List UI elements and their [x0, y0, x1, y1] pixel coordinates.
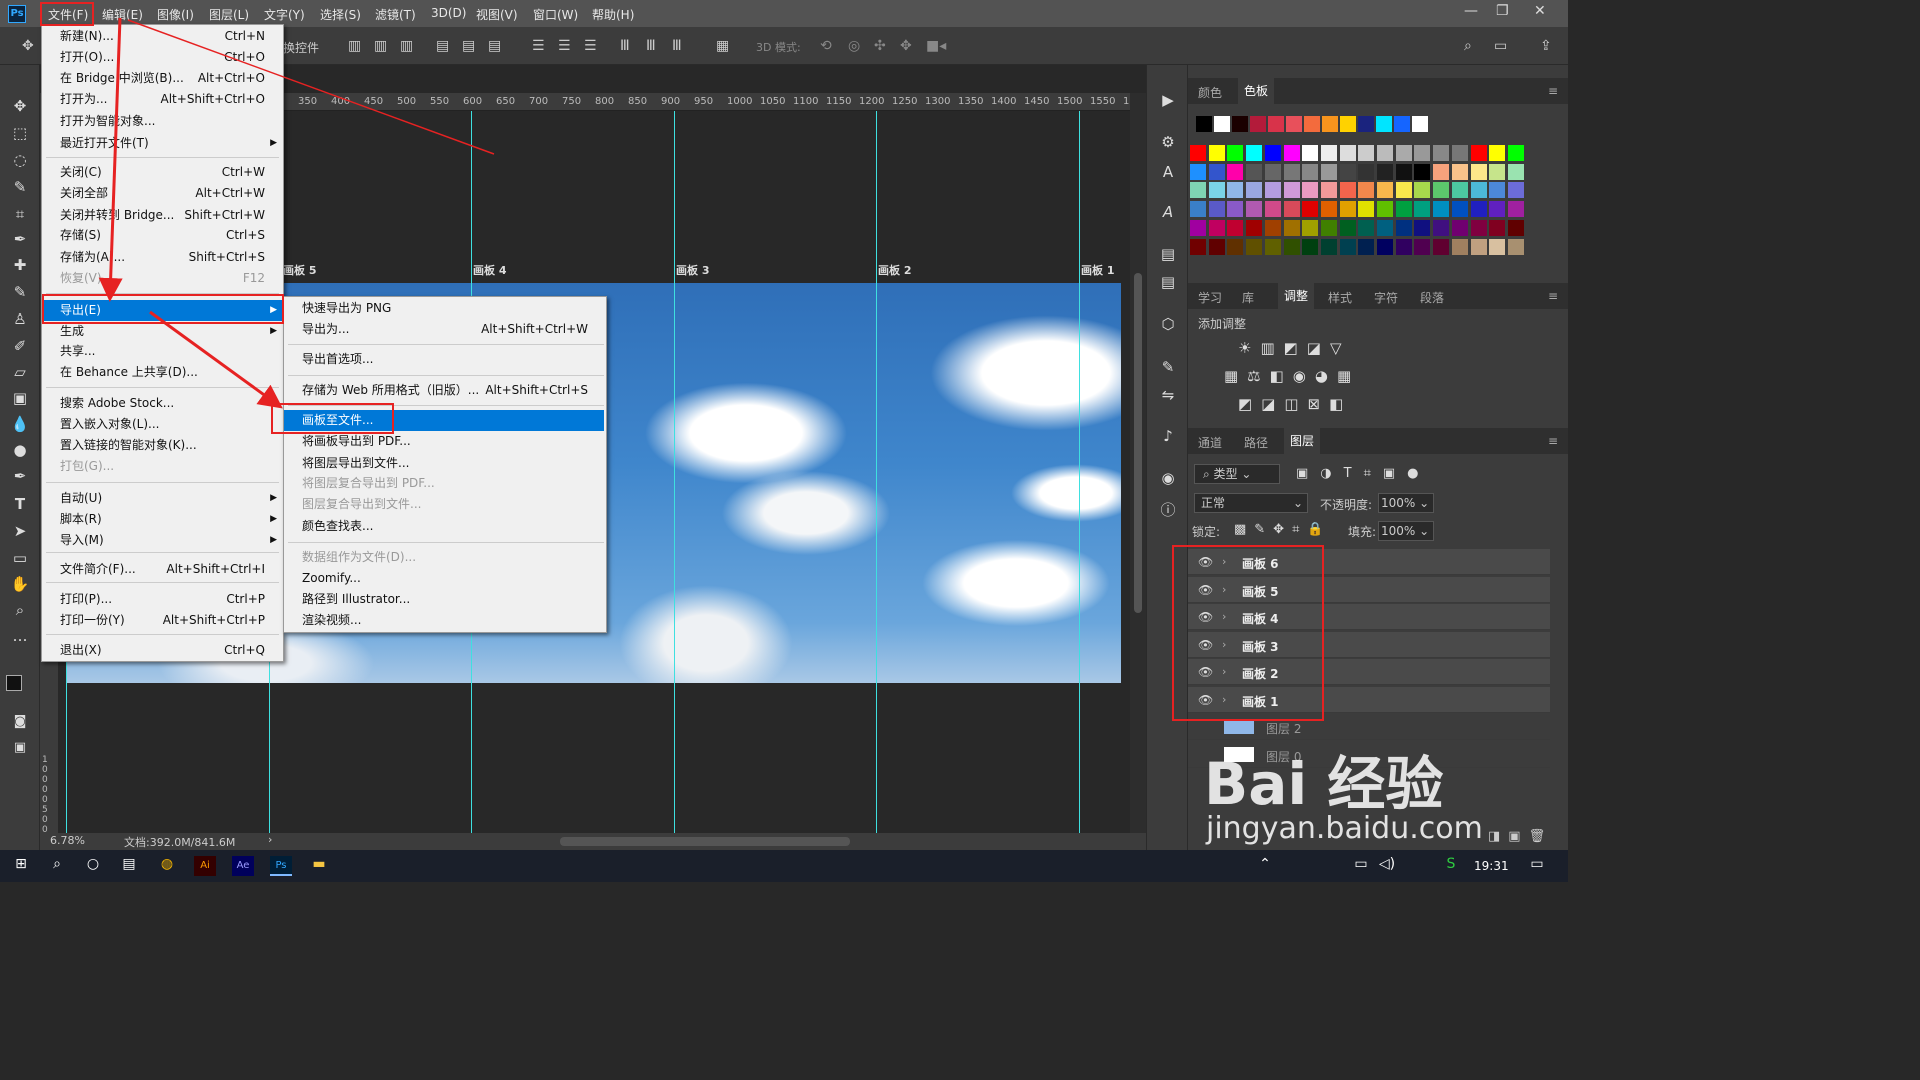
annotation-arrows	[98, 17, 495, 409]
